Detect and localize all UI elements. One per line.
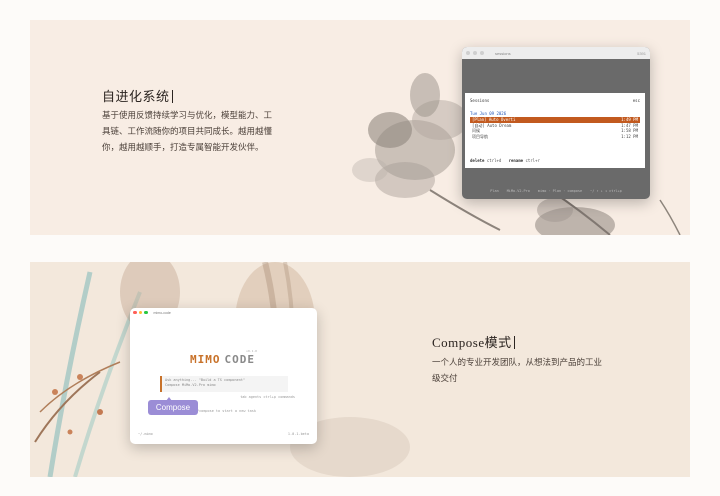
text-caret [171,90,173,103]
window-titlebar: sessions 5391 [462,47,650,59]
maximize-dot[interactable] [480,51,484,55]
maximize-dot[interactable] [144,310,148,315]
card-title: Compose模式 [432,332,515,351]
delete-action[interactable]: delete [470,158,484,163]
terminal-window: sessions 5391 Sessions esc Tue Jun 09 20… [462,47,650,199]
window-id: 5391 [637,50,646,56]
close-dot[interactable] [133,310,137,315]
minimize-dot[interactable] [138,310,142,315]
card-title: 自进化系统 [102,86,173,105]
version-label: v0.1.0 [246,349,257,353]
feature-card-self-evolving: 自进化系统 基于使用反馈持续学习与优化，模型能力、工 具链、工作流随你的项目共同… [30,20,690,235]
panel-title: Sessions [470,98,490,103]
mimo-code-window: mimo-code MIMO CODE v0.1.0 Ask anything..… [130,308,317,444]
sessions-panel: Sessions esc Tue Jun 09 2026 [Plan] Auto… [465,93,645,168]
close-dot[interactable] [466,51,470,55]
compose-badge[interactable]: Compose [148,397,198,415]
rename-action[interactable]: rename [509,158,523,163]
mimo-code-logo: MIMO CODE v0.1.0 [190,349,257,366]
window-title: sessions [495,50,511,56]
session-row[interactable]: 项目导航 1:12 PM [470,134,640,140]
card-description: 一个人的专业开发团队，从想法到产品的工业 级交付 [432,357,603,383]
feature-card-compose: mimo-code MIMO CODE v0.1.0 Ask anything..… [30,262,690,477]
minimize-dot[interactable] [473,51,477,55]
esc-hint[interactable]: esc [633,98,640,103]
window-title: mimo-code [153,310,171,315]
card-description: 基于使用反馈持续学习与优化，模型能力、工 具链、工作流随你的项目共同成长。越用越… [102,110,273,152]
window-footer: ~/.mimo 1.0.1-beta [138,432,309,436]
prompt-input[interactable]: Ask anything... "Build a TS component" C… [160,376,288,392]
session-date: Tue Jun 09 2026 [470,111,507,116]
window-titlebar: mimo-code [130,308,317,317]
sessions-footer: delete ctrl+d rename ctrl+r [470,158,540,163]
shortcut-hint: tab agents ctrl+p commands [240,395,295,399]
terminal-status-bar: Plan MiMo-V2-Pro mimo · Plan · compose ~… [490,189,622,193]
text-caret [513,336,515,349]
